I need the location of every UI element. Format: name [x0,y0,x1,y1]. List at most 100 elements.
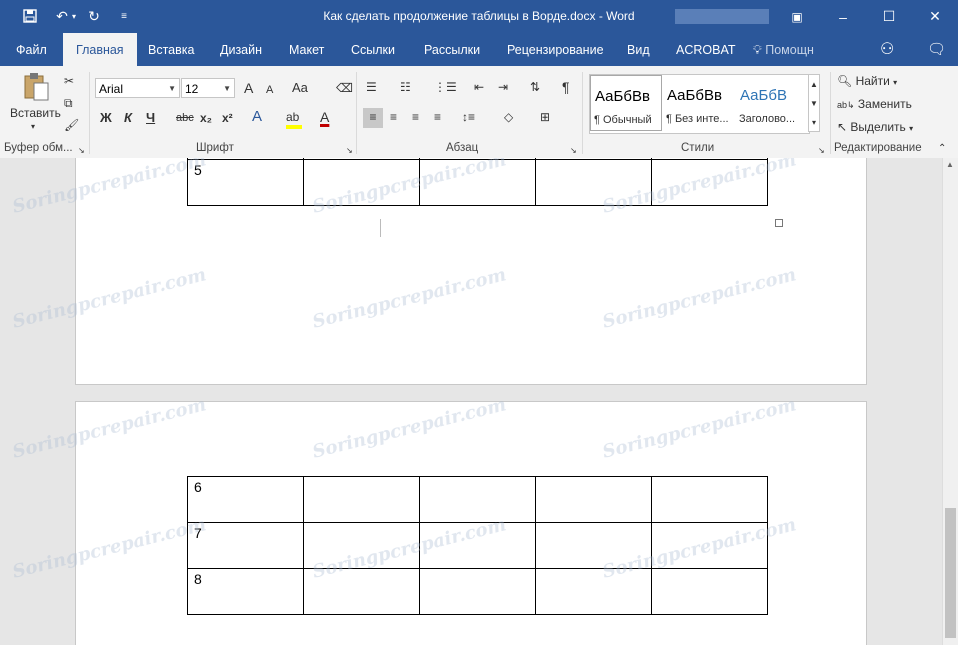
tab-layout[interactable]: Макет [289,33,324,66]
scroll-up-icon[interactable]: ▲ [946,160,954,169]
table-cell[interactable] [303,568,420,615]
chevron-down-icon: ▾ [909,124,914,133]
align-left-icon[interactable]: ≡ [363,108,383,128]
group-label-clipboard: Буфер обм... [4,142,73,154]
tell-me-label: Помощн [765,43,814,57]
table-resize-handle[interactable] [775,219,783,227]
style-no-spacing[interactable]: АаБбВв ¶ Без инте... [663,75,735,131]
group-separator [356,72,357,154]
table-cell[interactable] [303,159,420,206]
tab-design[interactable]: Дизайн [220,33,262,66]
format-painter-icon[interactable]: 🖌︎ [64,116,79,134]
replace-button[interactable]: ab↳ Заменить [837,95,912,114]
close-button[interactable]: ✕ [912,0,958,33]
subscript-button[interactable]: x₂ [200,109,212,127]
find-button[interactable]: 🔍︎ Найти ▾ [837,72,897,92]
share-icon[interactable]: ⚇ [880,33,894,66]
tab-insert[interactable]: Вставка [148,33,194,66]
table-cell[interactable] [303,522,420,569]
table-cell[interactable] [419,159,536,206]
scrollbar-thumb[interactable] [945,508,956,638]
style-name: ¶ Обычный [594,114,652,126]
cut-icon[interactable]: ✂ [64,72,74,90]
page-1: 5 [75,158,867,385]
table-cell[interactable] [651,476,768,523]
select-button[interactable]: ↖ Выделить ▾ [837,118,913,138]
table-row: 7 [187,522,768,569]
font-size-combo[interactable]: 12 ▼ [181,78,235,98]
underline-button[interactable]: Ч [146,109,155,127]
align-right-icon[interactable]: ≡ [412,108,419,126]
table-cell[interactable] [651,522,768,569]
tab-mailings[interactable]: Рассылки [424,33,480,66]
table-cell[interactable] [651,159,768,206]
table-cell[interactable] [303,476,420,523]
style-normal[interactable]: АаБбВв ¶ Обычный [590,75,662,131]
comments-icon[interactable]: 🗨︎ [927,33,946,66]
table-cell[interactable] [535,522,652,569]
tab-view[interactable]: Вид [627,33,650,66]
align-center-icon[interactable]: ≡ [390,108,397,126]
paste-dropdown-icon[interactable]: ▾ [31,118,35,136]
clear-formatting-icon[interactable]: ⌫ [336,79,353,97]
style-sample: АаБбВв [667,87,722,104]
shading-icon[interactable]: ◇ [504,108,513,126]
style-sample: АаБбВ [740,87,787,104]
change-case-button[interactable]: Aa [292,79,308,97]
font-color-icon[interactable]: A [320,108,329,126]
collapse-ribbon-icon[interactable]: ⌃ [938,140,946,158]
table-cell[interactable] [535,568,652,615]
account-name[interactable] [675,9,769,24]
table-cell[interactable] [651,568,768,615]
borders-icon[interactable]: ⊞ [540,108,550,126]
chevron-down-icon: ▼ [223,84,231,93]
table-cell[interactable] [419,568,536,615]
table-cell[interactable] [535,159,652,206]
tell-me-box[interactable]: 💡︎ Помощн [753,33,814,66]
copy-icon[interactable]: ⧉ [64,94,73,112]
table-cell[interactable]: 8 [187,568,304,615]
table-cell[interactable]: 6 [187,476,304,523]
decrease-indent-icon[interactable]: ⇤ [474,78,484,96]
italic-button[interactable]: К [124,109,132,127]
maximize-button[interactable]: ☐ [866,0,912,33]
table-cell[interactable] [419,476,536,523]
minimize-button[interactable]: – [820,0,866,33]
tab-home[interactable]: Главная [63,33,137,66]
table-cell[interactable] [419,522,536,569]
paste-icon[interactable] [22,72,50,102]
font-name-value: Arial [99,82,124,96]
line-spacing-icon[interactable]: ↕≡ [462,108,475,126]
bold-button[interactable]: Ж [100,109,112,127]
table-cell[interactable]: 7 [187,522,304,569]
ribbon-display-icon[interactable]: ▣ [774,0,820,33]
replace-label: Заменить [857,97,912,111]
sort-icon[interactable]: ⇅ [530,78,540,96]
tab-file[interactable]: Файл [16,33,47,66]
show-marks-icon[interactable]: ¶ [562,78,570,96]
font-name-combo[interactable]: Arial ▼ [95,78,180,98]
style-heading[interactable]: АаБбВ Заголово... [736,75,808,131]
vertical-scrollbar[interactable]: ▲ [942,158,958,645]
superscript-button[interactable]: x² [222,109,233,127]
page-2: 6 7 8 [75,401,867,645]
bullets-icon[interactable]: ☰ [366,78,377,96]
justify-icon[interactable]: ≡ [434,108,441,126]
select-label: Выделить [850,120,906,134]
tab-acrobat[interactable]: ACROBAT [676,33,736,66]
increase-indent-icon[interactable]: ⇥ [498,78,508,96]
tab-references[interactable]: Ссылки [351,33,395,66]
numbering-icon[interactable]: ☷ [400,78,411,96]
tab-review[interactable]: Рецензирование [507,33,604,66]
shrink-font-icon[interactable]: A [266,81,273,99]
multilevel-list-icon[interactable]: ⋮☰ [434,78,457,96]
text-effects-icon[interactable]: A [252,108,262,126]
styles-scroll[interactable]: ▲ ▼ ▾ [808,74,820,132]
strikethrough-button[interactable]: abc [176,109,194,127]
highlight-icon[interactable]: ab [286,108,302,129]
table-cell[interactable]: 5 [187,159,304,206]
table-cell[interactable] [535,476,652,523]
grow-font-icon[interactable]: A [244,79,253,97]
paste-button[interactable]: Вставить [10,104,61,122]
chevron-down-icon: ▾ [893,78,898,87]
